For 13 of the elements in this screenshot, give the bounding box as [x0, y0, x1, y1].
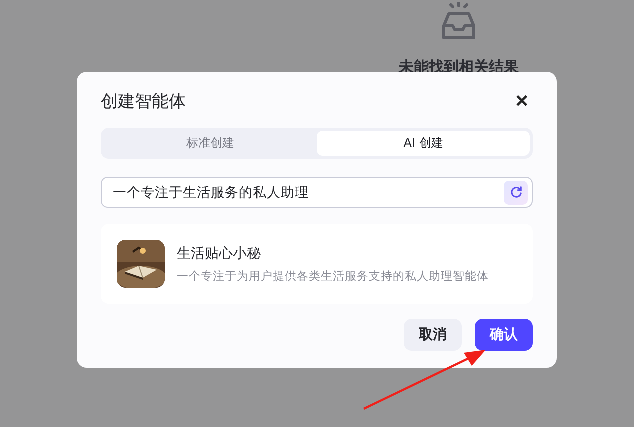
close-button[interactable]: ✕ — [511, 90, 533, 112]
cancel-button[interactable]: 取消 — [404, 319, 462, 351]
dialog-title: 创建智能体 — [101, 90, 186, 112]
prompt-field[interactable]: 一个专注于生活服务的私人助理 — [101, 177, 533, 208]
agent-description: 一个专注于为用户提供各类生活服务支持的私人助理智能体 — [177, 268, 489, 284]
refresh-button[interactable] — [504, 180, 528, 204]
empty-inbox-icon — [441, 2, 477, 42]
tab[interactable]: AI 创建 — [317, 131, 530, 156]
tab[interactable]: 标准创建 — [104, 131, 317, 156]
prompt-input[interactable]: 一个专注于生活服务的私人助理 — [111, 184, 504, 202]
agent-name: 生活贴心小秘 — [177, 244, 262, 262]
confirm-button[interactable]: 确认 — [475, 319, 533, 351]
refresh-icon — [510, 186, 522, 199]
